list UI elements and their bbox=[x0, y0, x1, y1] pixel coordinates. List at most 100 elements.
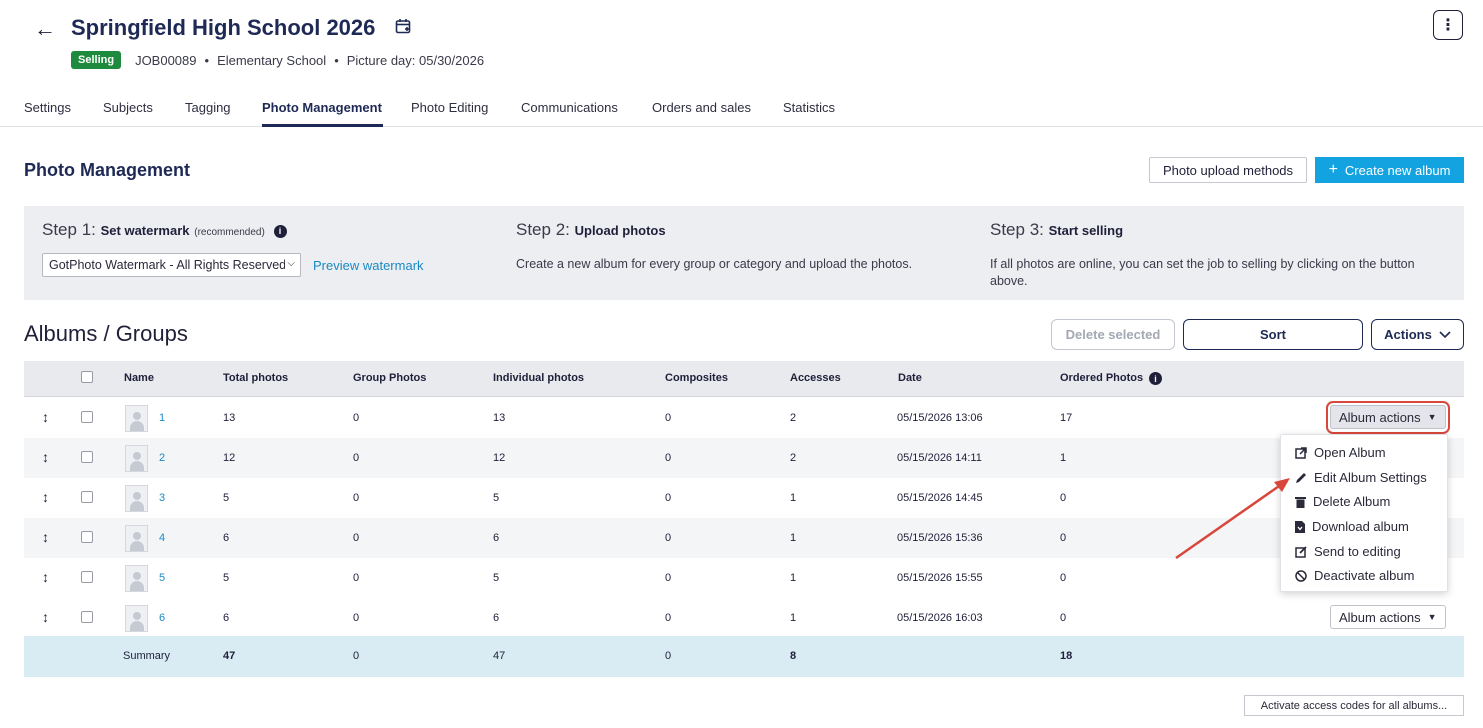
tab-orders-and-sales[interactable]: Orders and sales bbox=[652, 100, 751, 115]
actions-label: Actions bbox=[1384, 327, 1432, 342]
individual-photos: 5 bbox=[493, 492, 500, 504]
preview-watermark-link[interactable]: Preview watermark bbox=[313, 258, 424, 273]
watermark-select[interactable]: GotPhoto Watermark - All Rights Reserved… bbox=[42, 253, 301, 277]
column-header-total-photos[interactable]: Total photos bbox=[223, 372, 288, 384]
step-1-prefix: Step 1: bbox=[42, 220, 96, 239]
drag-handle-icon[interactable]: ↕ bbox=[42, 449, 49, 465]
separator-dot: • bbox=[204, 52, 210, 68]
album-thumbnail[interactable] bbox=[125, 485, 148, 512]
drag-handle-icon[interactable]: ↕ bbox=[42, 529, 49, 545]
accesses: 2 bbox=[790, 452, 797, 464]
tab-bar: Settings Subjects Tagging Photo Manageme… bbox=[0, 94, 1483, 127]
individual-photos: 6 bbox=[493, 532, 500, 544]
menu-item-download-album[interactable]: Download album bbox=[1295, 519, 1409, 534]
create-new-album-button[interactable]: + Create new album bbox=[1315, 157, 1464, 183]
accesses: 2 bbox=[790, 412, 797, 424]
calendar-icon[interactable] bbox=[395, 18, 411, 34]
steps-panel: Step 1: Set watermark (recommended) i Go… bbox=[24, 206, 1464, 300]
album-name-link[interactable]: 4 bbox=[159, 532, 165, 544]
ordered-photos: 17 bbox=[1060, 412, 1073, 424]
menu-item-deactivate-album[interactable]: Deactivate album bbox=[1295, 568, 1414, 583]
menu-item-label: Edit Album Settings bbox=[1314, 470, 1427, 485]
photo-upload-methods-button[interactable]: Photo upload methods bbox=[1149, 157, 1307, 183]
back-arrow-icon[interactable]: ← bbox=[34, 16, 56, 42]
album-thumbnail[interactable] bbox=[125, 565, 148, 592]
tab-communications[interactable]: Communications bbox=[521, 100, 618, 115]
column-header-composites[interactable]: Composites bbox=[665, 372, 728, 384]
column-header-individual-photos[interactable]: Individual photos bbox=[493, 372, 584, 384]
tab-settings[interactable]: Settings bbox=[24, 100, 71, 115]
tab-subjects[interactable]: Subjects bbox=[103, 100, 153, 115]
row-checkbox[interactable] bbox=[81, 611, 93, 623]
drag-handle-icon[interactable]: ↕ bbox=[42, 489, 49, 505]
accesses: 1 bbox=[790, 612, 797, 624]
menu-item-send-to-editing[interactable]: Send to editing bbox=[1295, 544, 1401, 559]
menu-item-delete-album[interactable]: Delete Album bbox=[1295, 494, 1390, 509]
drag-handle-icon[interactable]: ↕ bbox=[42, 569, 49, 585]
table-row[interactable]: ↕ 6 6 0 6 0 1 05/15/2026 16:03 0 Album a… bbox=[24, 598, 1464, 638]
info-icon[interactable]: i bbox=[273, 224, 287, 238]
delete-selected-button[interactable]: Delete selected bbox=[1051, 319, 1175, 350]
column-header-name[interactable]: Name bbox=[124, 372, 154, 384]
highlight-box bbox=[1326, 401, 1450, 434]
album-name-link[interactable]: 5 bbox=[159, 572, 165, 584]
ordered-photos: 0 bbox=[1060, 612, 1067, 624]
column-header-ordered-photos[interactable]: Ordered Photos bbox=[1060, 372, 1143, 384]
sort-button[interactable]: Sort bbox=[1183, 319, 1363, 350]
drag-handle-icon[interactable]: ↕ bbox=[42, 409, 49, 425]
date: 05/15/2026 16:03 bbox=[897, 612, 983, 624]
column-header-group-photos[interactable]: Group Photos bbox=[353, 372, 426, 384]
actions-button[interactable]: Actions bbox=[1371, 319, 1464, 350]
more-options-button[interactable]: ⋮ bbox=[1433, 10, 1463, 40]
tab-photo-management[interactable]: Photo Management bbox=[262, 100, 382, 115]
tab-photo-editing[interactable]: Photo Editing bbox=[411, 100, 488, 115]
individual-photos: 13 bbox=[493, 412, 506, 424]
row-checkbox[interactable] bbox=[81, 491, 93, 503]
drag-handle-icon[interactable]: ↕ bbox=[42, 609, 49, 625]
step-1: Step 1: Set watermark (recommended) i bbox=[42, 220, 287, 240]
row-checkbox[interactable] bbox=[81, 451, 93, 463]
page-title: Springfield High School 2026 bbox=[71, 15, 376, 40]
table-row[interactable]: ↕ 1 13 0 13 0 2 05/15/2026 13:06 17 bbox=[24, 398, 1464, 438]
album-name-link[interactable]: 6 bbox=[159, 612, 165, 624]
step-3-prefix: Step 3: bbox=[990, 220, 1044, 239]
row-checkbox[interactable] bbox=[81, 571, 93, 583]
row-checkbox[interactable] bbox=[81, 411, 93, 423]
tab-tagging[interactable]: Tagging bbox=[185, 100, 231, 115]
date: 05/15/2026 14:45 bbox=[897, 492, 983, 504]
tab-statistics[interactable]: Statistics bbox=[783, 100, 835, 115]
active-tab-indicator bbox=[262, 124, 383, 127]
photo-upload-methods-label: Photo upload methods bbox=[1162, 162, 1294, 178]
edit-box-icon bbox=[1295, 545, 1307, 558]
menu-item-open-album[interactable]: Open Album bbox=[1295, 445, 1386, 460]
row-checkbox[interactable] bbox=[81, 531, 93, 543]
album-name-link[interactable]: 2 bbox=[159, 452, 165, 464]
total-photos: 6 bbox=[223, 532, 230, 544]
school-type: Elementary School bbox=[217, 52, 327, 68]
composites: 0 bbox=[665, 572, 672, 584]
summary-total-photos: 47 bbox=[223, 650, 236, 662]
date: 05/15/2026 15:36 bbox=[897, 532, 983, 544]
select-all-checkbox[interactable] bbox=[81, 371, 93, 383]
group-photos: 0 bbox=[353, 492, 360, 504]
album-thumbnail[interactable] bbox=[125, 605, 148, 632]
total-photos: 13 bbox=[223, 412, 236, 424]
album-actions-button[interactable]: Album actions ▼ bbox=[1330, 605, 1446, 629]
step-2-prefix: Step 2: bbox=[516, 220, 570, 239]
activate-access-codes-button[interactable]: Activate access codes for all albums... bbox=[1244, 695, 1464, 716]
album-thumbnail[interactable] bbox=[125, 525, 148, 552]
date: 05/15/2026 15:55 bbox=[897, 572, 983, 584]
album-name-link[interactable]: 3 bbox=[159, 492, 165, 504]
menu-item-edit-album-settings[interactable]: Edit Album Settings bbox=[1295, 470, 1427, 485]
album-name-link[interactable]: 1 bbox=[159, 412, 165, 424]
album-thumbnail[interactable] bbox=[125, 405, 148, 432]
trash-icon bbox=[1295, 496, 1306, 508]
job-id: JOB00089 bbox=[135, 52, 197, 68]
individual-photos: 5 bbox=[493, 572, 500, 584]
column-header-date[interactable]: Date bbox=[898, 372, 922, 384]
summary-group-photos: 0 bbox=[353, 650, 360, 662]
column-header-accesses[interactable]: Accesses bbox=[790, 372, 841, 384]
album-thumbnail[interactable] bbox=[125, 445, 148, 472]
info-icon[interactable]: i bbox=[1149, 372, 1162, 385]
menu-item-label: Send to editing bbox=[1314, 544, 1401, 559]
